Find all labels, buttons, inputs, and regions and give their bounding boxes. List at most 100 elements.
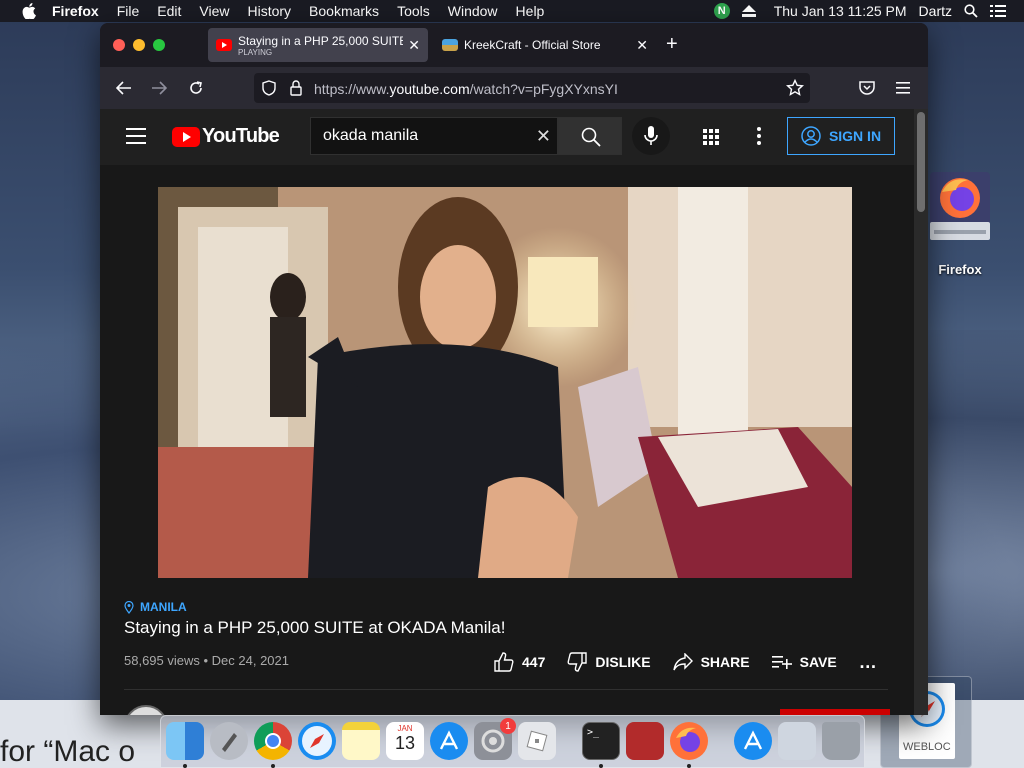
tab-bar: Staying in a PHP 25,000 SUITE at OKADA M…: [100, 23, 928, 67]
like-button[interactable]: 447: [494, 652, 545, 672]
menu-edit[interactable]: Edit: [157, 3, 181, 19]
forward-arrow-icon[interactable]: [148, 77, 170, 99]
control-center-icon[interactable]: [990, 5, 1006, 17]
account-icon: [801, 126, 821, 146]
minimize-window-button[interactable]: [133, 39, 145, 51]
app-store-icon[interactable]: [430, 722, 468, 760]
bookmark-star-icon[interactable]: [786, 79, 804, 97]
tab-kreekcraft[interactable]: KreekCraft - Official Store ✕: [434, 28, 656, 62]
launchpad-icon[interactable]: [210, 722, 248, 760]
apps-grid-icon[interactable]: [703, 129, 719, 145]
search-box: ✕: [310, 117, 558, 155]
calendar-month: JAN: [397, 724, 413, 733]
menu-window[interactable]: Window: [448, 3, 498, 19]
video-actions: 447 DISLIKE SHARE SAVE …: [494, 647, 899, 677]
sign-in-label: SIGN IN: [828, 128, 882, 144]
lock-icon[interactable]: [290, 80, 302, 96]
clear-search-icon[interactable]: ✕: [536, 126, 551, 147]
settings-more-icon[interactable]: [757, 127, 761, 145]
app-menu-icon[interactable]: [892, 77, 914, 99]
back-arrow-icon[interactable]: [113, 77, 135, 99]
n-app-icon[interactable]: N: [713, 3, 730, 19]
video-frame-image: [158, 187, 852, 578]
firefox-dock-icon[interactable]: [670, 722, 708, 760]
like-count: 447: [522, 654, 546, 670]
more-actions-icon: …: [858, 651, 877, 672]
tracking-shield-icon[interactable]: [262, 80, 276, 96]
video-player[interactable]: [158, 187, 852, 578]
downloads-stack-icon[interactable]: [778, 722, 816, 760]
zoom-window-button[interactable]: [153, 39, 165, 51]
running-indicator: [687, 764, 691, 768]
guide-menu-icon[interactable]: [126, 128, 146, 144]
url-path: /watch?v=pFygXYxnsYI: [469, 81, 618, 97]
save-button[interactable]: SAVE: [771, 654, 837, 670]
microphone-icon: [644, 126, 658, 145]
search-button[interactable]: [558, 117, 622, 155]
thumbs-down-icon: [567, 652, 588, 672]
search-input[interactable]: [311, 118, 526, 154]
menu-bar: Firefox File Edit View History Bookmarks…: [0, 0, 1024, 22]
apple-icon[interactable]: [20, 2, 38, 20]
url-domain: youtube.com: [389, 81, 470, 97]
menubar-user[interactable]: Dartz: [919, 3, 952, 19]
desktop-firefox-icon[interactable]: Firefox: [926, 172, 994, 277]
menu-help[interactable]: Help: [516, 3, 545, 19]
location-pin-icon: [124, 600, 134, 614]
menu-file[interactable]: File: [117, 3, 140, 19]
tab-title: Staying in a PHP 25,000 SUITE at OKADA M…: [238, 33, 403, 48]
divider: [124, 689, 888, 690]
safari-icon[interactable]: [298, 722, 336, 760]
sign-in-button[interactable]: SIGN IN: [787, 117, 895, 155]
youtube-header: YouTube ✕ SIGN IN: [100, 109, 914, 165]
youtube-logo[interactable]: YouTube: [172, 125, 280, 148]
dislike-button[interactable]: DISLIKE: [567, 652, 651, 672]
notes-icon[interactable]: [342, 722, 380, 760]
system-preferences-icon[interactable]: 1: [474, 718, 516, 760]
running-indicator: [183, 764, 187, 768]
close-tab-icon[interactable]: ✕: [408, 37, 420, 54]
url-prefix: https://www.: [314, 81, 390, 97]
running-indicator: [271, 764, 275, 768]
chrome-icon[interactable]: [254, 722, 292, 760]
youtube-play-icon: [172, 126, 200, 147]
save-label: SAVE: [799, 654, 837, 670]
terminal-icon[interactable]: >_: [582, 722, 620, 760]
pocket-icon[interactable]: [856, 77, 878, 99]
scrollbar-thumb[interactable]: [917, 112, 925, 212]
running-indicator: [599, 764, 603, 768]
youtube-wordmark: YouTube: [202, 125, 280, 147]
menubar-clock[interactable]: Thu Jan 13 11:25 PM: [774, 3, 907, 19]
photo-booth-icon[interactable]: [626, 722, 664, 760]
close-tab-icon[interactable]: ✕: [636, 37, 648, 54]
add-to-playlist-icon: [771, 656, 792, 669]
reload-icon[interactable]: [185, 77, 207, 99]
menu-history[interactable]: History: [247, 3, 291, 19]
notification-badge: 1: [500, 718, 516, 734]
trash-icon[interactable]: [822, 722, 860, 760]
tab-playing-label: PLAYING: [238, 47, 273, 57]
roblox-icon[interactable]: [518, 722, 556, 760]
location-link[interactable]: MANILA: [124, 600, 187, 614]
close-window-button[interactable]: [113, 39, 125, 51]
tab-youtube[interactable]: Staying in a PHP 25,000 SUITE at OKADA M…: [208, 28, 428, 62]
new-tab-icon[interactable]: +: [666, 33, 678, 56]
page-scrollbar[interactable]: [914, 109, 928, 715]
dislike-label: DISLIKE: [595, 654, 651, 670]
menu-tools[interactable]: Tools: [397, 3, 430, 19]
address-bar[interactable]: https://www.youtube.com/watch?v=pFygXYxn…: [254, 73, 810, 103]
menu-view[interactable]: View: [199, 3, 229, 19]
finder-icon[interactable]: [166, 722, 204, 760]
share-button[interactable]: SHARE: [672, 653, 750, 671]
spotlight-search-icon[interactable]: [964, 4, 978, 18]
video-meta: 58,695 views • Dec 24, 2021: [124, 653, 289, 668]
channel-avatar[interactable]: [124, 705, 168, 715]
menu-app-name[interactable]: Firefox: [52, 3, 99, 19]
more-actions-button[interactable]: …: [859, 652, 877, 673]
app-store-folder-icon[interactable]: [734, 722, 772, 760]
voice-search-button[interactable]: [632, 117, 670, 155]
youtube-page: YouTube ✕ SIGN IN: [100, 109, 914, 715]
menu-bookmarks[interactable]: Bookmarks: [309, 3, 379, 19]
calendar-icon[interactable]: JAN 13: [386, 722, 424, 760]
eject-icon[interactable]: [741, 5, 756, 17]
